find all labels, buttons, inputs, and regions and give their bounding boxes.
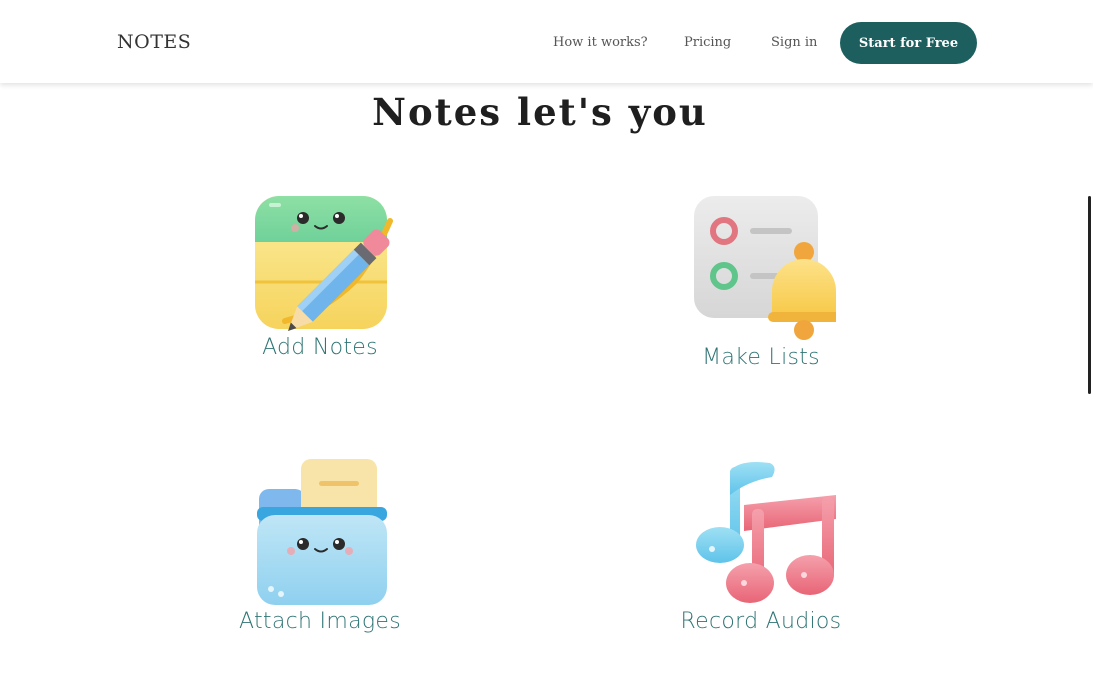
feature-record-audios: Record Audios <box>631 459 891 634</box>
nav-link-pricing[interactable]: Pricing <box>684 35 731 50</box>
folder-images-icon <box>257 459 387 605</box>
brand-logo[interactable]: NOTES <box>117 31 191 53</box>
feature-label: Add Notes <box>262 335 378 360</box>
feature-attach-images: Attach Images <box>190 459 450 634</box>
nav-link-sign-in[interactable]: Sign in <box>771 35 817 50</box>
feature-label: Record Audios <box>680 609 842 634</box>
page-title: Notes let's you <box>372 90 708 134</box>
checklist-bell-icon <box>694 196 836 340</box>
feature-label: Attach Images <box>239 609 401 634</box>
feature-add-notes: Add Notes <box>190 196 450 360</box>
nav-link-how-it-works[interactable]: How it works? <box>553 35 648 50</box>
scrollbar[interactable] <box>1088 196 1091 394</box>
feature-make-lists: Make Lists <box>631 196 891 370</box>
navbar: NOTES How it works? Pricing Sign in Star… <box>0 0 1093 83</box>
feature-label: Make Lists <box>702 345 820 370</box>
notepad-pencil-icon <box>255 196 393 331</box>
start-for-free-button[interactable]: Start for Free <box>840 22 977 64</box>
music-notes-icon <box>696 462 836 603</box>
